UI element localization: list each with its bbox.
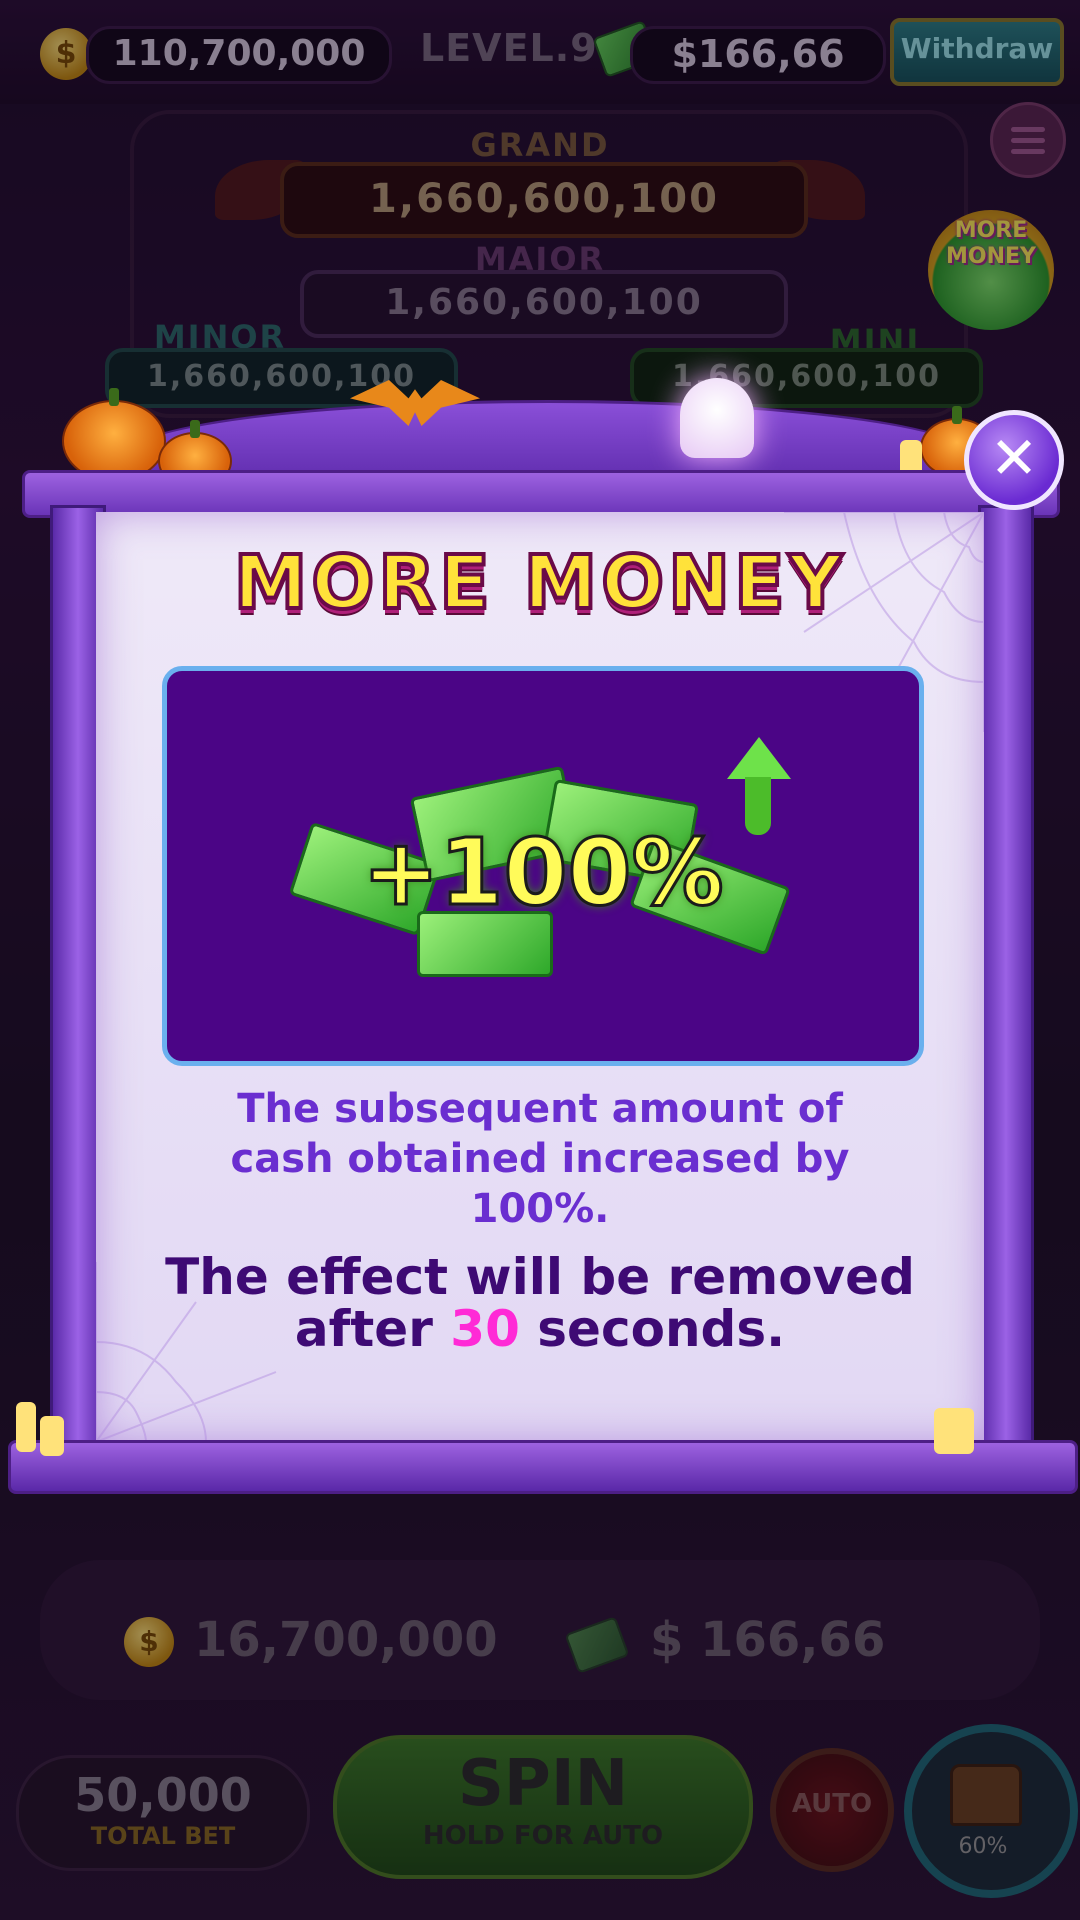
effect-line-1: The effect will be removed — [165, 1248, 915, 1306]
arrow-up-icon — [727, 737, 791, 779]
bonus-illustration: +100% — [162, 666, 924, 1066]
popup-bottom-beam — [8, 1440, 1078, 1494]
candle-decoration — [40, 1416, 64, 1456]
effect-seconds: 30 — [450, 1300, 520, 1358]
effect-suffix: seconds. — [537, 1300, 786, 1358]
candle-decoration — [934, 1408, 974, 1454]
candle-decoration — [16, 1402, 36, 1452]
popup-top-beam — [22, 470, 1060, 518]
ghost-decoration — [680, 378, 754, 458]
bonus-description: The subsequent amount of cash obtained i… — [230, 1086, 850, 1232]
bonus-percentage: +100% — [361, 818, 725, 928]
popup-right-pillar — [978, 505, 1034, 1456]
popup-title: MORE MONEY — [232, 538, 847, 628]
effect-prefix: after — [294, 1300, 433, 1358]
close-icon: ✕ — [989, 424, 1039, 492]
effect-line-2: after 30 seconds. — [96, 1300, 984, 1358]
close-button[interactable]: ✕ — [964, 410, 1064, 510]
